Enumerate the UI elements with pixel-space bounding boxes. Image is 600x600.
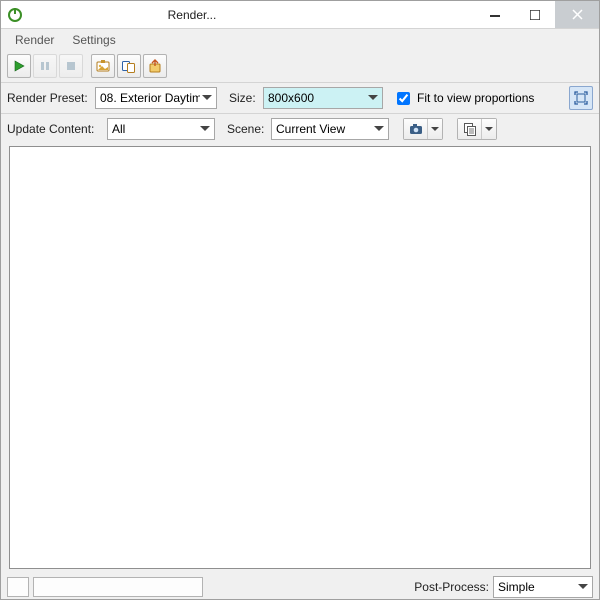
size-select[interactable]: 800x600 [263, 87, 383, 109]
scene-select[interactable]: Current View [271, 118, 389, 140]
render-viewport[interactable] [9, 146, 591, 569]
window-controls [475, 1, 599, 28]
toolbar [1, 51, 599, 82]
titlebar[interactable]: Render... [1, 1, 599, 29]
chevron-down-icon [428, 119, 442, 139]
status-cell-small [7, 577, 29, 597]
row-scene: Update Content: All Scene: Current View [1, 114, 599, 144]
camera-icon [404, 119, 428, 139]
window-title: Render... [0, 8, 475, 22]
update-content-select[interactable]: All [107, 118, 215, 140]
post-process-select[interactable]: Simple [493, 576, 593, 598]
preset-select[interactable]: 08. Exterior Daytim [95, 87, 217, 109]
post-process-label: Post-Process: [414, 580, 489, 594]
fit-proportions-input[interactable] [397, 92, 410, 105]
export-button[interactable] [143, 54, 167, 78]
menu-settings[interactable]: Settings [64, 31, 123, 49]
size-label: Size: [229, 91, 259, 105]
menu-render[interactable]: Render [7, 31, 62, 49]
maximize-button[interactable] [515, 1, 555, 28]
copy-settings-button[interactable] [457, 118, 497, 140]
status-bar: Post-Process: Simple [1, 575, 599, 599]
fit-proportions-checkbox[interactable]: Fit to view proportions [393, 89, 534, 108]
save-image-button[interactable] [91, 54, 115, 78]
scene-label: Scene: [227, 122, 267, 136]
preset-label: Render Preset: [7, 91, 91, 105]
chevron-down-icon [482, 119, 496, 139]
copy-icon [458, 119, 482, 139]
status-progress-cell [33, 577, 203, 597]
render-window: Render... Render Settings [0, 0, 600, 600]
fit-proportions-label: Fit to view proportions [417, 91, 534, 105]
play-button[interactable] [7, 54, 31, 78]
camera-snapshot-button[interactable] [403, 118, 443, 140]
minimize-button[interactable] [475, 1, 515, 28]
update-content-label: Update Content: [7, 122, 103, 136]
menubar: Render Settings [1, 29, 599, 51]
fit-region-button[interactable] [569, 86, 593, 110]
save-masks-button[interactable] [117, 54, 141, 78]
close-button[interactable] [555, 1, 599, 28]
pause-button[interactable] [33, 54, 57, 78]
stop-button[interactable] [59, 54, 83, 78]
row-preset: Render Preset: 08. Exterior Daytim Size:… [1, 83, 599, 113]
